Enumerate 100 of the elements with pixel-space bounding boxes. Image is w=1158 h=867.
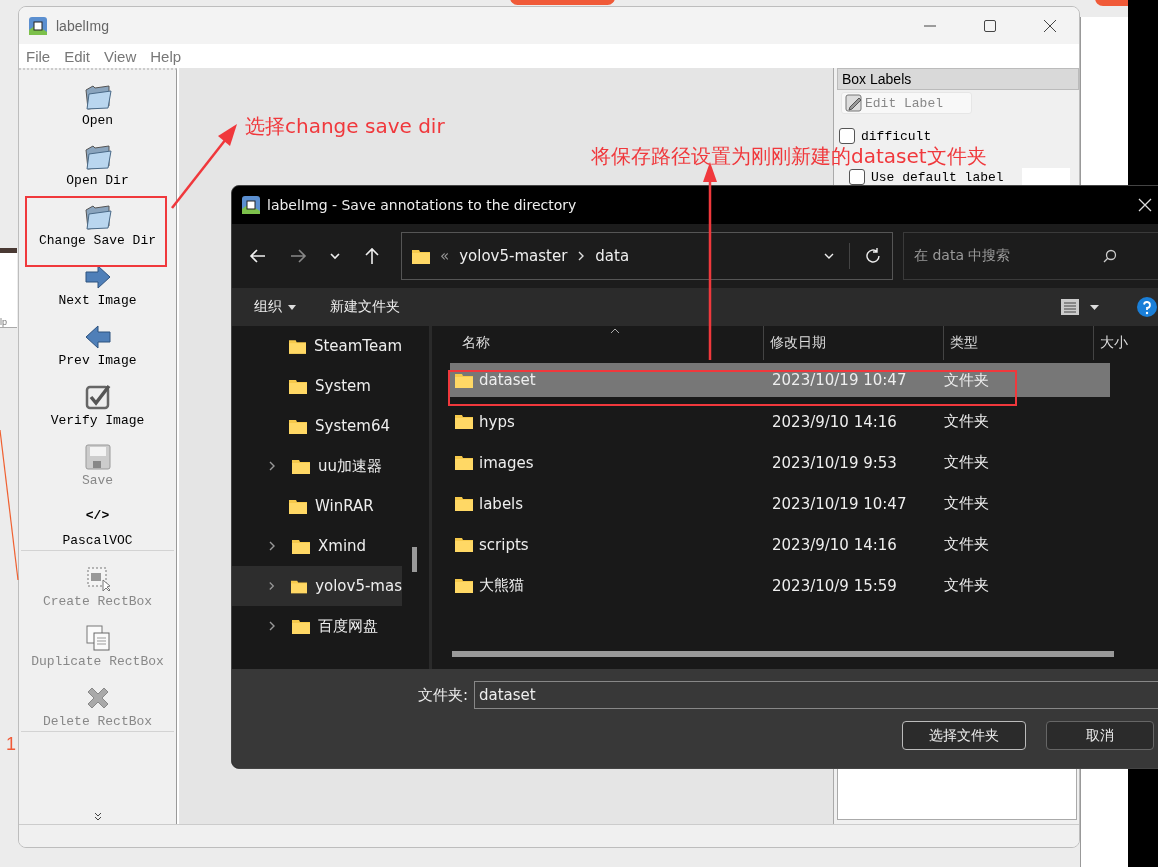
modified-date: 2023/9/10 14:16 [771,535,898,554]
toolbar-button[interactable]: Change Save Dir [21,190,174,250]
help-icon[interactable] [1137,297,1157,317]
modified-date: 2023/9/10 14:16 [771,412,898,431]
toolbar-button[interactable]: </> PascalVOC [21,490,174,550]
modified-date: 2023/10/9 15:59 [771,576,898,595]
folder-icon [455,537,473,552]
file-type: 文件夹 [944,576,990,595]
file-row[interactable]: 大熊猫 2023/10/9 15:59 文件夹 [450,565,1110,606]
file-name: images [450,453,764,472]
expand-icon[interactable] [268,540,276,552]
folder-icon [455,578,473,593]
column-header[interactable]: 名称 [442,326,764,360]
dialog-button[interactable]: 取消 [1046,721,1154,750]
toolbar-button[interactable]: Prev Image [21,310,174,370]
expand-icon[interactable] [268,620,276,632]
app-icon [241,195,261,215]
nav-item[interactable]: System [232,366,402,406]
chevron-down-icon[interactable] [92,812,103,822]
modified-date: 2023/10/19 9:53 [771,453,898,472]
file-row[interactable]: images 2023/10/19 9:53 文件夹 [450,442,1110,483]
checkbox-label: difficult [861,128,932,144]
folder-icon [455,414,473,429]
folder-icon [291,578,308,594]
checkbox[interactable] [849,169,865,185]
nav-item[interactable]: 百度网盘 [232,606,402,646]
expand-icon[interactable] [268,580,276,592]
folder-icon [82,142,113,172]
folder-icon [292,538,310,554]
maximize-icon[interactable] [983,18,997,33]
file-type: 文件夹 [944,412,990,431]
folder-icon [455,455,473,470]
app-icon [28,15,48,36]
chevron-down-icon[interactable] [329,250,341,262]
toolbar-button[interactable]: Open Dir [21,130,174,190]
file-row[interactable]: hyps 2023/9/10 14:16 文件夹 [450,401,1110,442]
scrollbar-thumb[interactable] [452,651,1114,657]
folder-icon [455,372,473,388]
annotation-text: 将保存路径设置为刚刚新建的dataset文件夹 [591,146,987,166]
file-type: 文件夹 [944,370,990,390]
dialog-button[interactable]: 选择文件夹 [902,721,1026,750]
breadcrumb-item[interactable]: data [595,247,630,265]
column-header[interactable]: 修改日期 [764,326,944,360]
file-name: 大熊猫 [450,576,764,595]
folder-icon [412,248,430,264]
menu-item[interactable]: Edit [64,47,91,65]
nav-item[interactable]: uu加速器 [232,446,402,486]
organize-menu[interactable]: 组织 [242,294,308,320]
column-header[interactable]: 类型 [944,326,1094,360]
folder-icon [288,338,306,354]
scrollbar-thumb[interactable] [412,547,417,572]
close-icon[interactable] [1043,18,1057,33]
file-row[interactable]: scripts 2023/9/10 14:16 文件夹 [450,524,1110,565]
caret-icon [288,304,296,310]
new-folder-button[interactable]: 新建文件夹 [318,294,412,320]
file-name: scripts [450,535,764,554]
nav-item[interactable]: System64 [232,406,402,446]
code-icon: </> [85,502,110,532]
field-label: 文件夹: [417,685,468,705]
view-list-icon[interactable] [1060,298,1080,316]
folder-icon [289,378,307,394]
search-field[interactable]: 在 data 中搜索 [903,232,1158,280]
column-header[interactable]: 大小 [1094,326,1128,360]
menu-item[interactable]: File [26,47,51,65]
up-arrow-icon[interactable] [363,247,381,265]
menu-item[interactable]: View [104,47,137,65]
toolbar-button[interactable]: Next Image [21,250,174,310]
menu-item[interactable]: Help [150,47,182,65]
search-icon [1103,249,1117,263]
nav-item[interactable]: SteamTeam [232,326,402,366]
back-arrow-icon[interactable] [249,247,267,265]
refresh-icon[interactable] [864,247,882,265]
toolbar-button[interactable]: Open [21,70,174,130]
checkbox[interactable] [839,128,855,144]
folder-icon [82,202,113,232]
file-type: 文件夹 [944,494,990,513]
toolbar-button[interactable]: Verify Image [21,370,174,430]
folder-icon [289,418,307,434]
breadcrumb-item[interactable]: yolov5-master [459,247,568,265]
file-row[interactable]: labels 2023/10/19 10:47 文件夹 [450,483,1110,524]
address-bar[interactable]: « yolov5-master data [401,232,893,280]
fragment-text: lp [0,317,7,327]
nav-item[interactable]: Xmind [232,526,402,566]
dock-title: Box Labels [837,68,1079,90]
overflow-indicator[interactable]: « [440,247,450,265]
nav-item[interactable]: WinRAR [232,486,402,526]
modified-date: 2023/10/19 10:47 [771,371,908,389]
input-field[interactable] [1021,168,1070,186]
file-type: 文件夹 [944,453,990,472]
expand-icon[interactable] [268,460,276,472]
annotation-number: 1 [6,734,16,755]
annotation-text: 选择change save dir [245,116,445,136]
file-name: labels [450,494,764,513]
file-row[interactable]: dataset 2023/10/19 10:47 文件夹 [450,363,1110,397]
folder-icon [292,458,310,474]
forward-arrow-icon[interactable] [289,247,307,265]
folder-input[interactable]: dataset [474,681,1158,709]
nav-item[interactable]: yolov5-mas [232,566,402,606]
checkbox-label: Use default label [871,169,1004,185]
caret-icon[interactable] [1090,304,1099,310]
